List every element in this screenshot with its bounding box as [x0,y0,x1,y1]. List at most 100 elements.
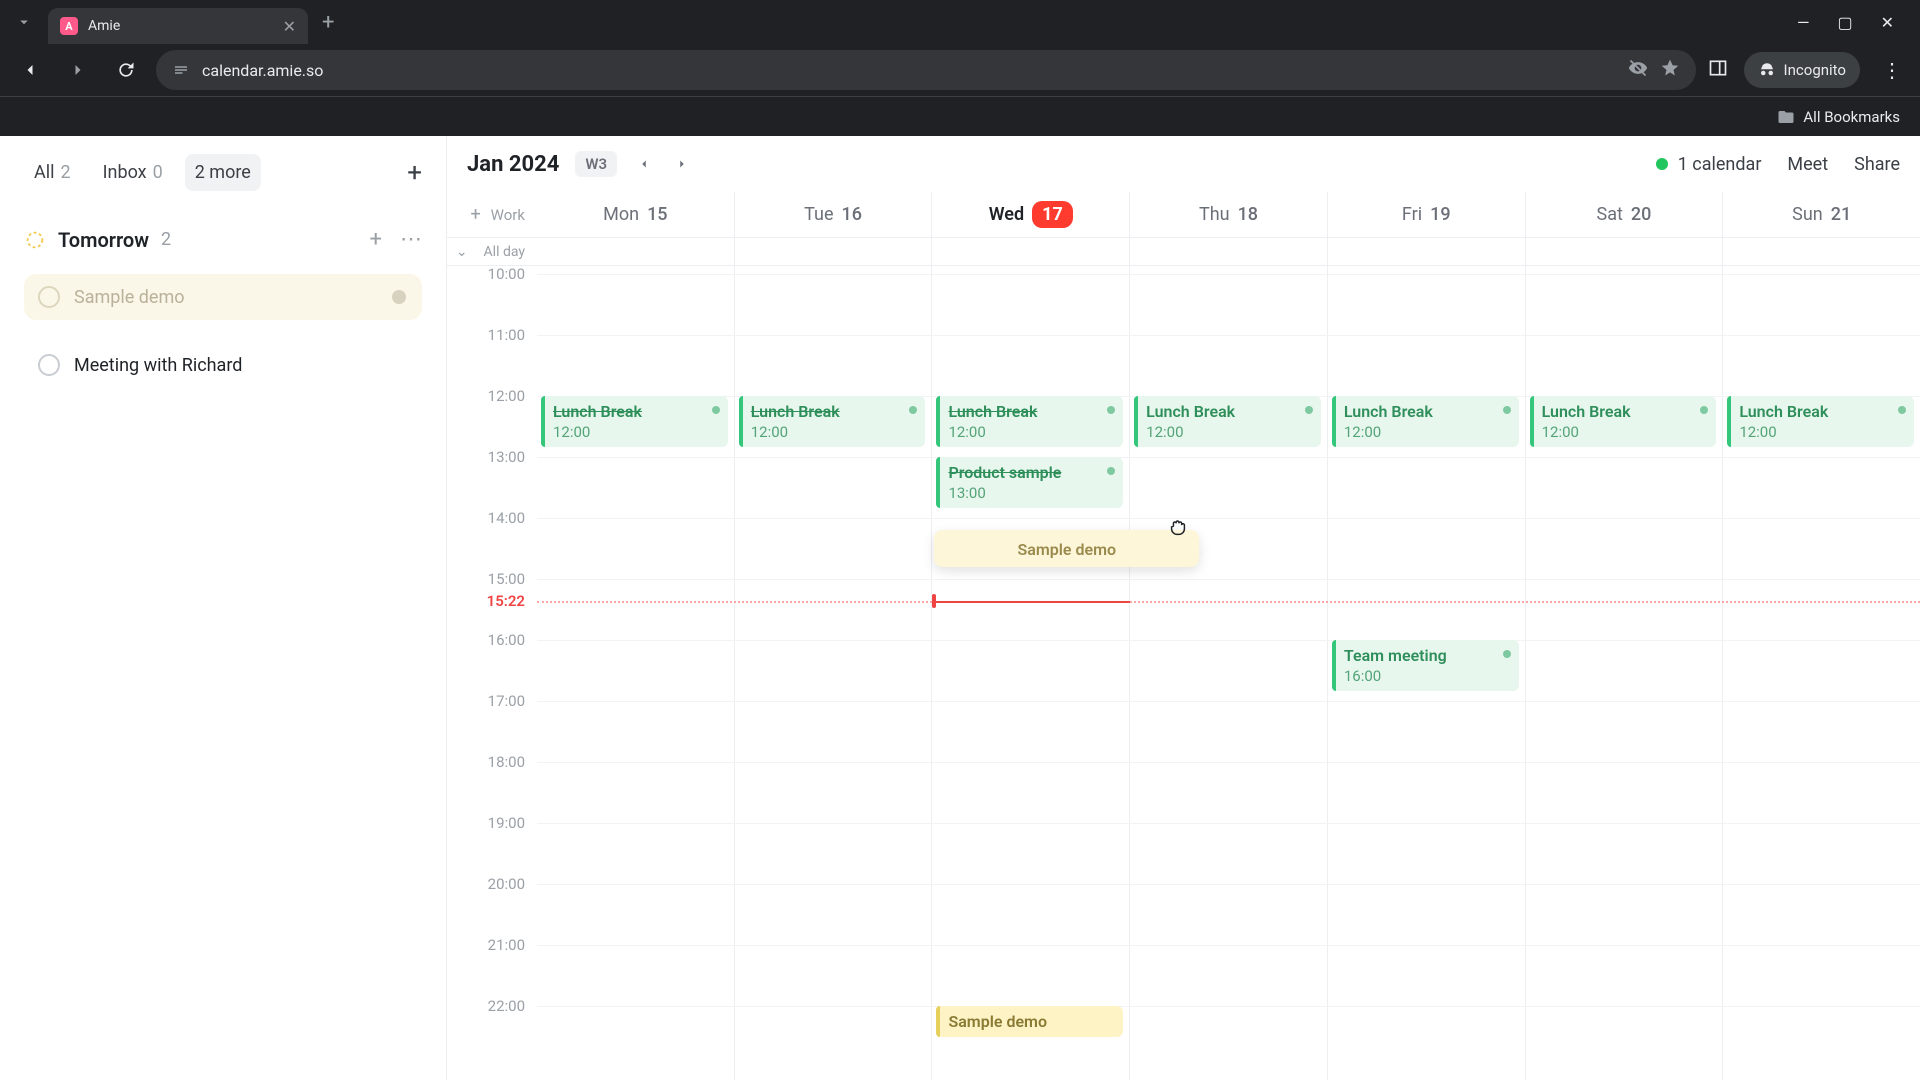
day-column[interactable]: Lunch Break 12:00 [1129,266,1327,1080]
omnibox[interactable]: calendar.amie.so [156,50,1696,90]
day-of-week: Wed [989,204,1024,225]
filter-more[interactable]: 2 more [185,154,261,191]
window-controls: — ▢ ✕ [1797,13,1912,32]
tracking-icon[interactable] [1628,58,1648,82]
tab-search-dropdown[interactable] [8,6,40,38]
allday-cell[interactable] [1327,238,1525,265]
allday-cell[interactable] [537,238,734,265]
hour-gridline [537,640,1920,641]
browser-menu-icon[interactable]: ⋮ [1876,58,1908,82]
tab-close-icon[interactable]: ✕ [283,17,296,36]
hour-gridline [537,274,1920,275]
event-color-bar [936,1006,940,1037]
address-bar: calendar.amie.so Incognito ⋮ [0,44,1920,96]
calendar-count-indicator[interactable]: 1 calendar [1656,154,1762,175]
next-week-button[interactable] [671,153,693,175]
todo-item[interactable]: Meeting with Richard [24,342,422,388]
section-add-icon[interactable]: + [370,227,382,252]
day-number: 15 [647,204,667,225]
bookmarks-bar: All Bookmarks [0,96,1920,136]
bookmark-star-icon[interactable] [1660,58,1680,82]
allday-cell[interactable] [1722,238,1920,265]
day-column[interactable]: Lunch Break 12:00 Team meeting 16:00 [1327,266,1525,1080]
day-column[interactable]: Lunch Break 12:00 [1525,266,1723,1080]
day-header[interactable]: Fri 19 [1327,192,1525,237]
day-header[interactable]: Thu 18 [1129,192,1327,237]
day-column[interactable]: Lunch Break 12:00 Product sample 13:00 S… [931,266,1129,1080]
event-title: Lunch Break [751,402,840,421]
calendar-event[interactable]: Lunch Break 12:00 [541,396,728,447]
all-bookmarks-label: All Bookmarks [1803,108,1900,126]
todo-checkbox[interactable] [38,354,60,376]
day-column[interactable]: Lunch Break 12:00 [734,266,932,1080]
event-drag-ghost[interactable]: Sample demo [934,530,1199,567]
new-tab-button[interactable]: + [316,10,340,35]
event-time: 12:00 [751,423,916,441]
event-status-dot-icon [1898,406,1906,414]
event-color-bar [1727,396,1731,447]
calendar-event[interactable]: Product sample 13:00 [936,457,1123,508]
todo-checkbox[interactable] [38,286,60,308]
allday-cell[interactable] [931,238,1129,265]
calendar-event[interactable]: Lunch Break 12:00 [1727,396,1914,447]
calendar-event[interactable]: Lunch Break 12:00 [1530,396,1717,447]
calendar-main: Jan 2024 W3 1 calendar Meet Share + Work… [447,136,1920,1080]
allday-cell[interactable] [1525,238,1723,265]
day-header[interactable]: Tue 16 [734,192,932,237]
work-gutter: + Work [447,192,537,237]
day-header[interactable]: Sat 20 [1525,192,1723,237]
hour-label: 10:00 [488,266,525,283]
maximize-icon[interactable]: ▢ [1837,13,1852,32]
event-time: 12:00 [1739,423,1904,441]
calendar-event[interactable]: Lunch Break 12:00 [936,396,1123,447]
all-bookmarks-button[interactable]: All Bookmarks [1777,108,1900,126]
now-time-label: 15:22 [487,592,525,610]
day-column[interactable]: Lunch Break 12:00 [537,266,734,1080]
calendar-event[interactable]: Team meeting 16:00 [1332,640,1519,691]
calendar-grid[interactable]: 10:0011:0012:0013:0014:0015:0016:0017:00… [447,266,1920,1080]
allday-gutter[interactable]: ⌄ All day [447,238,537,265]
allday-collapse-icon[interactable]: ⌄ [456,244,468,260]
allday-label: All day [484,244,525,260]
close-window-icon[interactable]: ✕ [1881,13,1894,32]
allday-cell[interactable] [1129,238,1327,265]
event-color-bar [1134,396,1138,447]
day-header[interactable]: Sun 21 [1722,192,1920,237]
reload-button[interactable] [108,52,144,88]
todo-item[interactable]: Sample demo [24,274,422,320]
hour-label: 16:00 [488,631,525,649]
minimize-icon[interactable]: — [1797,13,1810,32]
calendar-event[interactable]: Sample demo [936,1006,1123,1037]
calendar-event[interactable]: Lunch Break 12:00 [739,396,926,447]
day-header[interactable]: Mon 15 [537,192,734,237]
allday-cell[interactable] [734,238,932,265]
calendar-event[interactable]: Lunch Break 12:00 [1134,396,1321,447]
filter-inbox[interactable]: Inbox 0 [93,154,173,191]
prev-week-button[interactable] [633,153,655,175]
event-time: 12:00 [553,423,718,441]
day-of-week: Sat [1597,204,1623,225]
work-add-icon[interactable]: + [470,204,480,225]
site-settings-icon[interactable] [172,61,190,79]
sidebar-add-button[interactable]: + [407,158,422,188]
calendar-event[interactable]: Lunch Break 12:00 [1332,396,1519,447]
event-status-dot-icon [712,406,720,414]
side-panel-icon[interactable] [1708,58,1728,82]
day-number: 17 [1032,201,1073,228]
event-title: Lunch Break [553,402,642,421]
share-button[interactable]: Share [1854,154,1900,175]
day-column[interactable]: Lunch Break 12:00 [1722,266,1920,1080]
time-gutter: 10:0011:0012:0013:0014:0015:0016:0017:00… [447,266,537,1080]
event-title: Lunch Break [1542,402,1631,421]
event-status-dot-icon [909,406,917,414]
back-button[interactable] [12,52,48,88]
forward-button[interactable] [60,52,96,88]
meet-button[interactable]: Meet [1787,154,1828,175]
incognito-indicator[interactable]: Incognito [1744,52,1860,88]
filter-all[interactable]: All 2 [24,154,81,191]
browser-tab[interactable]: A Amie ✕ [48,8,308,44]
event-color-bar [936,457,940,508]
now-line-solid [932,601,1130,603]
day-header[interactable]: Wed 17 [931,192,1129,237]
section-more-icon[interactable]: ⋯ [400,227,422,252]
